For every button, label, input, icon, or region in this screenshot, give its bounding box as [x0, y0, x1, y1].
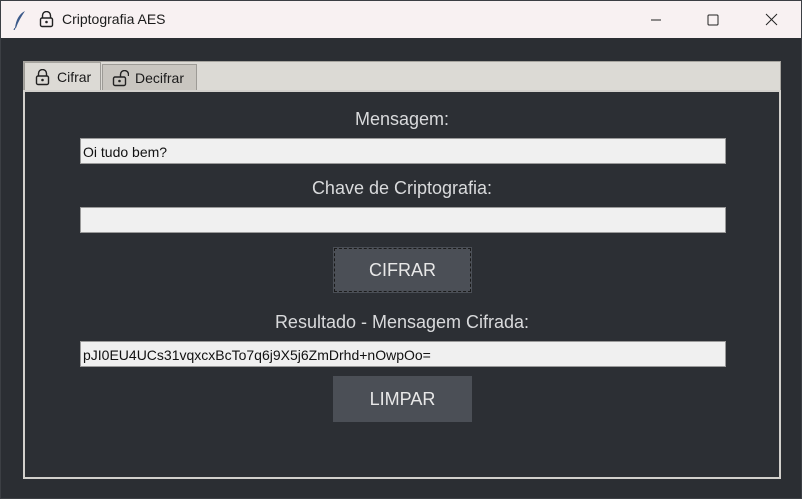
- lock-icon: [35, 68, 50, 85]
- tab-cifrar[interactable]: Cifrar: [24, 62, 101, 91]
- feather-icon: [13, 11, 25, 30]
- message-label: Mensagem:: [354, 109, 450, 129]
- close-button[interactable]: [748, 1, 794, 38]
- tab-cifrar-label: Cifrar: [57, 69, 92, 85]
- tab-decifrar-label: Decifrar: [135, 70, 185, 86]
- maximize-icon: [707, 14, 719, 25]
- encrypt-panel: Mensagem: Oi tudo bem? Chave de Criptogr…: [23, 90, 781, 479]
- app-window: Criptografia AES Cifrar Decifrar Mensage…: [0, 0, 802, 499]
- lock-icon: [39, 11, 54, 28]
- window-title: Criptografia AES: [62, 11, 166, 27]
- message-input[interactable]: Oi tudo bem?: [80, 138, 726, 164]
- result-output[interactable]: pJI0EU4UCs31vqxcxBcTo7q6j9X5j6ZmDrhd+nOw…: [80, 341, 726, 367]
- tab-strip: Cifrar Decifrar: [23, 61, 781, 91]
- encrypt-button[interactable]: CIFRAR: [333, 247, 472, 293]
- tab-decifrar[interactable]: Decifrar: [102, 64, 197, 91]
- key-input[interactable]: [80, 207, 726, 233]
- maximize-button[interactable]: [690, 1, 736, 38]
- unlock-icon: [112, 69, 129, 86]
- clear-button[interactable]: LIMPAR: [333, 376, 472, 422]
- tab-notebook: Cifrar Decifrar Mensagem: Oi tudo bem? C…: [23, 61, 781, 479]
- minimize-icon: [651, 19, 661, 20]
- key-label: Chave de Criptografia:: [311, 178, 493, 198]
- minimize-button[interactable]: [633, 1, 679, 38]
- close-icon: [765, 13, 777, 26]
- title-bar[interactable]: Criptografia AES: [1, 1, 801, 38]
- result-label: Resultado - Mensagem Cifrada:: [274, 312, 530, 332]
